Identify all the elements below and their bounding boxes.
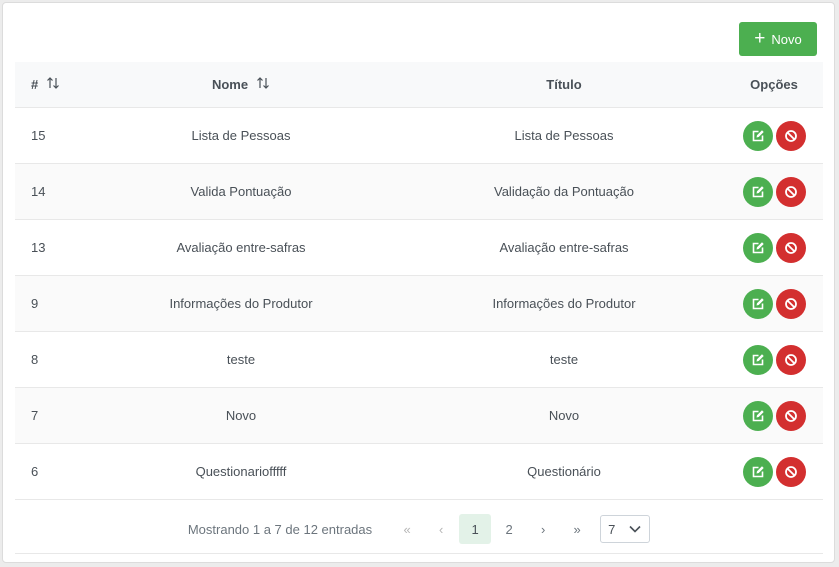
edit-icon: [752, 129, 764, 141]
page-button-2[interactable]: 2: [493, 514, 525, 544]
cell-id: 9: [31, 296, 39, 311]
cell-title: Informações do Produtor: [492, 296, 636, 311]
edit-button[interactable]: [742, 176, 773, 207]
prev-page-button[interactable]: ‹: [425, 514, 457, 544]
cell-id: 15: [31, 128, 46, 143]
ban-icon: [784, 185, 797, 198]
row-options: [725, 288, 823, 319]
sort-icon[interactable]: [46, 76, 60, 93]
edit-button[interactable]: [742, 232, 773, 263]
delete-button[interactable]: [775, 344, 806, 375]
cell-title: Questionário: [527, 464, 601, 479]
cell-id: 7: [31, 408, 39, 423]
edit-button[interactable]: [742, 344, 773, 375]
edit-icon: [752, 409, 764, 421]
cell-title: Avaliação entre-safras: [499, 240, 629, 255]
ban-icon: [784, 465, 797, 478]
cell-title: Lista de Pessoas: [514, 128, 614, 143]
edit-button[interactable]: [742, 120, 773, 151]
cell-id: 8: [31, 352, 39, 367]
delete-button[interactable]: [775, 232, 806, 263]
cell-title: Validação da Pontuação: [494, 184, 634, 199]
edit-icon: [752, 465, 764, 477]
last-page-button[interactable]: »: [561, 514, 593, 544]
ban-icon: [784, 409, 797, 422]
cell-title: teste: [549, 352, 579, 367]
row-options: [725, 232, 823, 263]
delete-button[interactable]: [775, 288, 806, 319]
column-header-id[interactable]: #: [15, 76, 79, 93]
row-options: [725, 120, 823, 151]
rows-per-page-dropdown[interactable]: 7: [600, 515, 651, 543]
column-header-title: Título: [546, 77, 582, 92]
column-header-name[interactable]: Nome: [79, 76, 403, 93]
plus-icon: +: [754, 27, 766, 49]
cell-id: 13: [31, 240, 46, 255]
cell-name: Lista de Pessoas: [191, 128, 291, 143]
table-row: 9 Informações do Produtor Informações do P…: [15, 276, 823, 332]
table-row: 7 Novo Novo: [15, 388, 823, 444]
edit-button[interactable]: [742, 400, 773, 431]
row-options: [725, 344, 823, 375]
ban-icon: [784, 129, 797, 142]
table-row: 8 teste teste: [15, 332, 823, 388]
next-page-button[interactable]: ›: [527, 514, 559, 544]
chevron-down-icon: [629, 525, 641, 533]
cell-name: Informações do Produtor: [169, 296, 313, 311]
cell-id: 6: [31, 464, 39, 479]
first-page-button[interactable]: «: [391, 514, 423, 544]
page-button-1[interactable]: 1: [459, 514, 492, 544]
toolbar: + Novo: [3, 3, 834, 63]
column-header-options: Opções: [750, 77, 798, 92]
cell-id: 14: [31, 184, 46, 199]
ban-icon: [784, 353, 797, 366]
ban-icon: [784, 297, 797, 310]
cell-name: Novo: [225, 408, 257, 423]
ban-icon: [784, 241, 797, 254]
rows-per-page-value: 7: [608, 521, 616, 537]
table-row: 6 Questionariofffff Questionário: [15, 444, 823, 500]
cell-name: Avaliação entre-safras: [176, 240, 306, 255]
delete-button[interactable]: [775, 176, 806, 207]
edit-icon: [752, 297, 764, 309]
table-row: 14 Valida Pontuação Validação da Pontuação: [15, 164, 823, 220]
table-card: + Novo # Nome Título Opções 15 Lista de …: [2, 2, 835, 563]
delete-button[interactable]: [775, 120, 806, 151]
column-header-id-label: #: [31, 77, 39, 92]
edit-icon: [752, 241, 764, 253]
new-button[interactable]: + Novo: [739, 22, 817, 56]
cell-name: Valida Pontuação: [190, 184, 292, 199]
column-header-name-label: Nome: [211, 77, 249, 92]
edit-icon: [752, 185, 764, 197]
sort-icon[interactable]: [256, 76, 270, 93]
edit-button[interactable]: [742, 456, 773, 487]
new-button-label: Novo: [771, 31, 802, 47]
edit-button[interactable]: [742, 288, 773, 319]
row-options: [725, 456, 823, 487]
delete-button[interactable]: [775, 456, 806, 487]
edit-icon: [752, 353, 764, 365]
table-header-row: # Nome Título Opções: [15, 62, 823, 108]
cell-name: Questionariofffff: [195, 464, 287, 479]
row-options: [725, 400, 823, 431]
pagination: Mostrando 1 a 7 de 12 entradas « ‹ 1 2 ›…: [15, 505, 823, 554]
delete-button[interactable]: [775, 400, 806, 431]
table-row: 13 Avaliação entre-safras Avaliação entre-…: [15, 220, 823, 276]
table-body: 15 Lista de Pessoas Lista de Pessoas 14 Vali…: [15, 108, 823, 500]
table-row: 15 Lista de Pessoas Lista de Pessoas: [15, 108, 823, 164]
data-table: # Nome Título Opções 15 Lista de Pessoas L…: [15, 62, 823, 500]
cell-name: teste: [226, 352, 256, 367]
cell-title: Novo: [548, 408, 580, 423]
pagination-info: Mostrando 1 a 7 de 12 entradas: [187, 521, 373, 537]
row-options: [725, 176, 823, 207]
